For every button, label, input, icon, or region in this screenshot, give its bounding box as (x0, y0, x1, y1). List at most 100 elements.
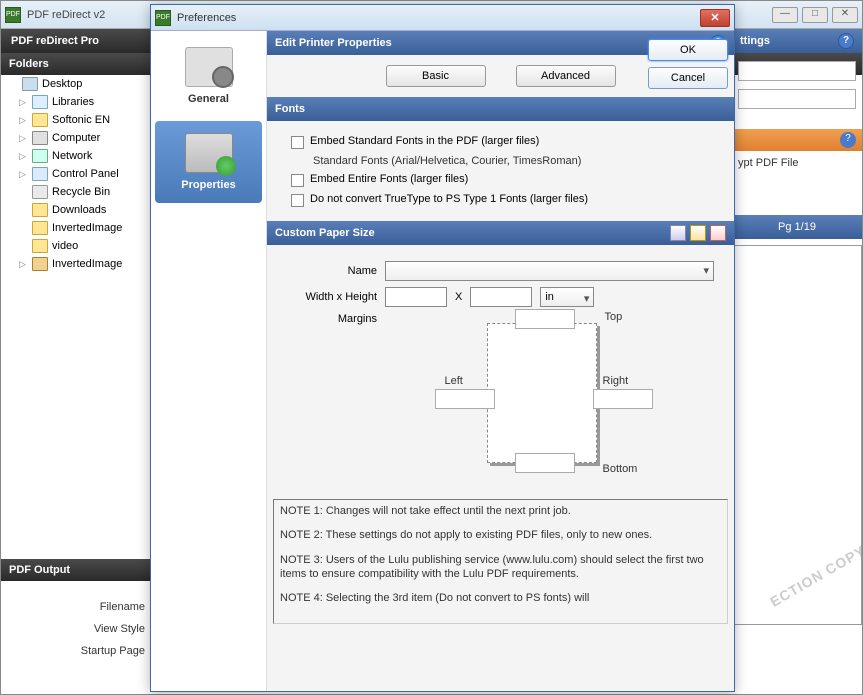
folder-icon (32, 239, 48, 253)
settings-dropdown-1[interactable] (738, 61, 856, 81)
folder-icon (32, 185, 48, 199)
pdf-output-header: PDF Output (1, 559, 151, 581)
maximize-button[interactable]: □ (802, 7, 828, 23)
security-header: ? (732, 129, 862, 151)
right-panel: ttings ? ? ypt PDF File Pg 1/19 ECTION C… (732, 29, 862, 689)
unit-combo[interactable]: in (540, 287, 594, 307)
folder-item[interactable]: ▷Computer (1, 129, 150, 147)
tree-twisty-icon[interactable]: ▷ (19, 97, 28, 108)
folder-item[interactable]: ▷ InvertedImage (1, 255, 150, 273)
folder-item[interactable]: Downloads (1, 201, 150, 219)
top-label: Top (605, 311, 623, 323)
tree-twisty-icon[interactable]: ▷ (19, 169, 28, 180)
no-convert-label: Do not convert TrueType to PS Type 1 Fon… (310, 193, 588, 205)
folder-label: video (52, 240, 78, 252)
app-icon: PDF (155, 10, 171, 26)
paper-header: Custom Paper Size (267, 221, 734, 245)
dialog-nav: General Properties (151, 31, 267, 691)
dialog-title: Preferences (177, 12, 700, 24)
printer-icon (185, 133, 233, 173)
startup-label: Startup Page (7, 645, 145, 657)
folder-label: Libraries (52, 96, 94, 108)
bottom-label: Bottom (603, 463, 638, 475)
cancel-button[interactable]: Cancel (648, 67, 728, 89)
width-input[interactable] (385, 287, 447, 307)
wh-label: Width x Height (287, 291, 377, 303)
margin-top-input[interactable] (515, 309, 575, 329)
margins-label: Margins (287, 313, 377, 325)
minimize-button[interactable]: — (772, 7, 798, 23)
basic-tab[interactable]: Basic (386, 65, 486, 87)
folder-label: InvertedImage (52, 258, 122, 270)
tree-twisty-icon[interactable]: ▷ (19, 151, 28, 162)
folder-label: Downloads (52, 204, 106, 216)
embed-entire-checkbox[interactable] (291, 174, 304, 187)
note-4: NOTE 4: Selecting the 3rd item (Do not c… (280, 591, 721, 605)
margin-left-input[interactable] (435, 389, 495, 409)
folder-icon (22, 77, 38, 91)
folder-icon (32, 203, 48, 217)
folder-item[interactable]: ▷ Libraries (1, 93, 150, 111)
margin-right-input[interactable] (593, 389, 653, 409)
folder-icon (32, 113, 48, 127)
folder-item[interactable]: Desktop (1, 75, 150, 93)
notes-box[interactable]: NOTE 1: Changes will not take effect unt… (273, 499, 728, 624)
no-convert-checkbox[interactable] (291, 194, 304, 207)
page-outline (487, 323, 597, 463)
note-1: NOTE 1: Changes will not take effect unt… (280, 504, 721, 518)
margins-diagram: Top Left Right Bottom (435, 313, 665, 473)
margin-bottom-input[interactable] (515, 453, 575, 473)
settings-dropdown-2[interactable] (738, 89, 856, 109)
dialog-titlebar[interactable]: PDF Preferences ✕ (151, 5, 734, 31)
tree-twisty-icon[interactable]: ▷ (19, 259, 28, 270)
folder-item[interactable]: ▷Network (1, 147, 150, 165)
ok-button[interactable]: OK (648, 39, 728, 61)
folder-label: Recycle Bin (52, 186, 110, 198)
preferences-dialog: PDF Preferences ✕ General Properties Edi… (150, 4, 735, 692)
new-paper-icon[interactable] (670, 225, 686, 241)
delete-paper-icon[interactable] (710, 225, 726, 241)
help-icon[interactable]: ? (838, 33, 854, 49)
page-indicator: Pg 1/19 (732, 215, 862, 239)
viewstyle-label: View Style (7, 623, 145, 635)
std-fonts-list: Standard Fonts (Arial/Helvetica, Courier… (313, 155, 581, 167)
embed-std-checkbox[interactable] (291, 136, 304, 149)
embed-entire-label: Embed Entire Fonts (larger files) (310, 173, 468, 185)
folder-item[interactable]: video (1, 237, 150, 255)
edit-paper-icon[interactable] (690, 225, 706, 241)
folder-icon (32, 257, 48, 271)
nav-properties[interactable]: Properties (155, 121, 262, 203)
folder-label: Softonic EN (52, 114, 110, 126)
folder-item[interactable]: InvertedImage (1, 219, 150, 237)
close-button[interactable]: ✕ (832, 7, 858, 23)
filename-label: Filename (7, 601, 145, 613)
x-label: X (455, 291, 462, 303)
dialog-close-button[interactable]: ✕ (700, 9, 730, 27)
fonts-header: Fonts (267, 97, 734, 121)
right-label: Right (603, 375, 629, 387)
tree-twisty-icon[interactable]: ▷ (19, 133, 28, 144)
app-icon: PDF (5, 7, 21, 23)
note-3: NOTE 3: Users of the Lulu publishing ser… (280, 553, 721, 582)
folder-icon (32, 95, 48, 109)
folder-item[interactable]: Recycle Bin (1, 183, 150, 201)
name-label: Name (287, 265, 377, 277)
paper-name-combo[interactable] (385, 261, 714, 281)
watermark-text: ECTION COPY (767, 542, 862, 610)
advanced-tab[interactable]: Advanced (516, 65, 616, 87)
height-input[interactable] (470, 287, 532, 307)
nav-general[interactable]: General (155, 35, 262, 117)
help-icon[interactable]: ? (840, 132, 856, 148)
folder-label: InvertedImage (52, 222, 122, 234)
folder-item[interactable]: ▷ Softonic EN (1, 111, 150, 129)
tree-twisty-icon[interactable]: ▷ (19, 115, 28, 126)
dialog-main: Edit Printer Properties ? Basic Advanced… (267, 31, 734, 691)
pdf-preview[interactable]: ECTION COPY (732, 245, 862, 625)
folder-item[interactable]: ▷Control Panel (1, 165, 150, 183)
embed-std-label: Embed Standard Fonts in the PDF (larger … (310, 135, 539, 147)
folder-label: Desktop (42, 78, 82, 90)
folder-icon (32, 131, 48, 145)
left-label: Left (445, 375, 463, 387)
encrypt-label: ypt PDF File (732, 151, 862, 175)
folder-icon (32, 221, 48, 235)
